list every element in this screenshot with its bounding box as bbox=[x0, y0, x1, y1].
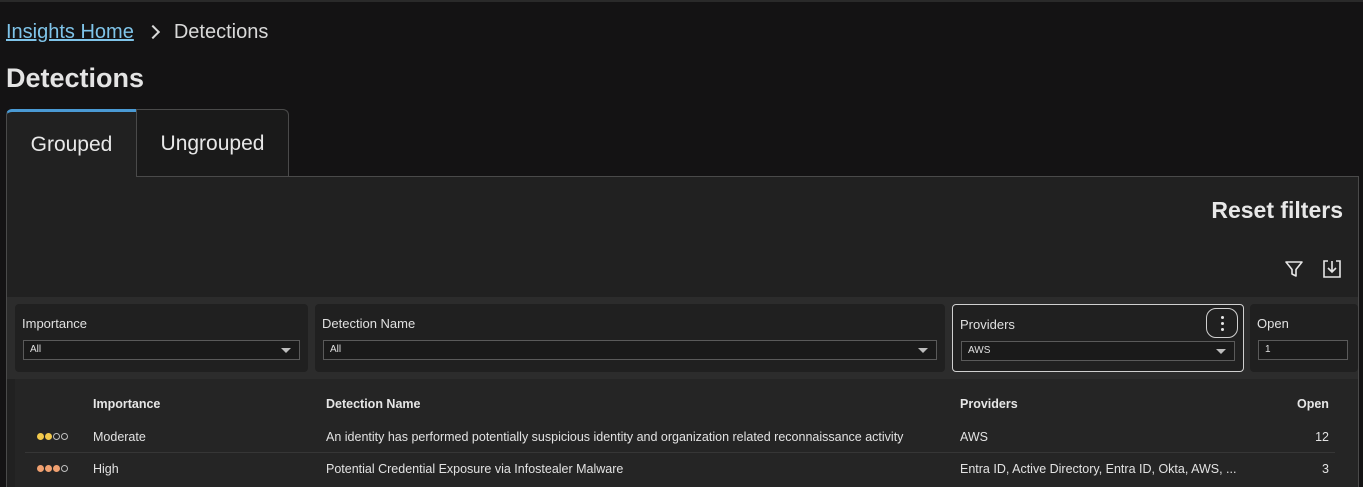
page-title: Detections bbox=[6, 63, 145, 93]
importance-dot-empty bbox=[53, 433, 60, 440]
top-border bbox=[0, 0, 1363, 2]
column-header-open[interactable]: Open bbox=[1297, 397, 1329, 411]
table-row[interactable]: High Potential Credential Exposure via I… bbox=[25, 453, 1335, 485]
providers-filter: Providers AWS bbox=[952, 304, 1244, 372]
caret-down-icon bbox=[918, 348, 928, 353]
column-header-importance[interactable]: Importance bbox=[93, 397, 160, 411]
importance-dots-icon bbox=[37, 465, 68, 472]
reset-filters-button[interactable]: Reset filters bbox=[1211, 197, 1343, 224]
importance-dot-filled bbox=[45, 465, 52, 472]
row-providers: AWS bbox=[960, 430, 989, 444]
table-row[interactable]: Moderate An identity has performed poten… bbox=[25, 421, 1335, 453]
detection-name-filter-label: Detection Name bbox=[322, 316, 416, 331]
importance-dot-empty bbox=[61, 465, 68, 472]
caret-down-icon bbox=[1216, 349, 1226, 354]
row-detection-name: Potential Credential Exposure via Infost… bbox=[326, 462, 624, 476]
tab-bar: Grouped Ungrouped bbox=[6, 109, 289, 177]
detection-name-filter-value: All bbox=[330, 344, 342, 355]
importance-dot-filled bbox=[37, 433, 44, 440]
row-open-count: 12 bbox=[1315, 430, 1329, 444]
more-options-icon[interactable] bbox=[1206, 308, 1238, 338]
detections-panel: Reset filters Importance All Detection N… bbox=[6, 176, 1359, 487]
row-importance: Moderate bbox=[93, 430, 146, 444]
column-header-detection-name[interactable]: Detection Name bbox=[326, 397, 420, 411]
row-importance: High bbox=[93, 462, 119, 476]
open-filter-value: 1 bbox=[1265, 344, 1271, 355]
funnel-icon[interactable] bbox=[1283, 258, 1305, 280]
breadcrumb-current: Detections bbox=[173, 20, 269, 43]
importance-dot-filled bbox=[53, 465, 60, 472]
detection-name-filter-select[interactable]: All bbox=[323, 340, 937, 360]
export-download-icon[interactable] bbox=[1321, 258, 1343, 280]
breadcrumb: Insights Home Detections bbox=[6, 20, 268, 44]
tab-grouped[interactable]: Grouped bbox=[6, 109, 136, 177]
providers-filter-select[interactable]: AWS bbox=[961, 341, 1235, 361]
importance-filter-value: All bbox=[30, 344, 42, 355]
chevron-right-icon bbox=[145, 24, 160, 40]
open-filter-label: Open bbox=[1257, 316, 1289, 331]
providers-filter-label: Providers bbox=[960, 317, 1015, 332]
importance-filter: Importance All bbox=[15, 304, 308, 372]
column-header-providers[interactable]: Providers bbox=[960, 397, 1018, 411]
providers-filter-value: AWS bbox=[968, 345, 991, 356]
importance-filter-label: Importance bbox=[22, 316, 88, 331]
open-filter: Open 1 bbox=[1250, 304, 1358, 372]
caret-down-icon bbox=[281, 348, 291, 353]
tab-ungrouped[interactable]: Ungrouped bbox=[136, 109, 289, 177]
importance-dot-filled bbox=[37, 465, 44, 472]
column-filter-bar: Importance All Detection Name All Provid… bbox=[7, 297, 1358, 379]
open-filter-input[interactable]: 1 bbox=[1258, 340, 1348, 360]
importance-filter-select[interactable]: All bbox=[23, 340, 300, 360]
importance-dot-empty bbox=[61, 433, 68, 440]
row-open-count: 3 bbox=[1322, 462, 1329, 476]
importance-dot-filled bbox=[45, 433, 52, 440]
importance-dots-icon bbox=[37, 433, 68, 440]
row-providers: Entra ID, Active Directory, Entra ID, Ok… bbox=[960, 462, 1237, 476]
detection-name-filter: Detection Name All bbox=[315, 304, 945, 372]
breadcrumb-insights-home-link[interactable]: Insights Home bbox=[6, 21, 134, 44]
detections-table: Importance Detection Name Providers Open… bbox=[15, 379, 1358, 487]
row-detection-name: An identity has performed potentially su… bbox=[326, 430, 904, 444]
